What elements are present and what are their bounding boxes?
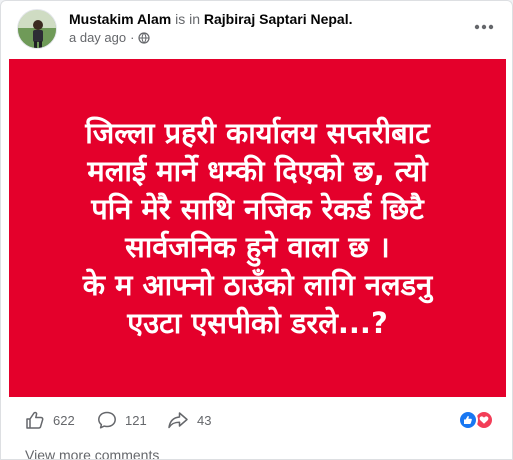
- view-more-comments-link[interactable]: View more comments: [25, 447, 159, 459]
- author-name[interactable]: Mustakim Alam: [69, 11, 171, 27]
- avatar[interactable]: [17, 9, 57, 49]
- comment-count: 121: [125, 412, 147, 428]
- post-text: जिल्ला प्रहरी कार्यालय सप्तरीबाट मलाई मा…: [65, 114, 451, 342]
- post-text-line: जिल्ला प्रहरी कार्यालय सप्तरीबाट: [85, 116, 430, 150]
- post-meta: a day ago ·: [69, 30, 151, 46]
- share-count: 43: [197, 412, 212, 428]
- author-line: Mustakim Alam is in Rajbiraj Saptari Nep…: [69, 10, 352, 28]
- post-text-line: पनि मेरै साथि नजिक रेकर्ड छिटै: [91, 192, 424, 226]
- comment-bubble-icon: [98, 411, 116, 429]
- more-options-button[interactable]: [470, 13, 498, 41]
- like-button[interactable]: 622: [25, 405, 75, 435]
- post-header: Mustakim Alam is in Rajbiraj Saptari Nep…: [1, 1, 512, 59]
- post-text-banner[interactable]: जिल्ला प्रहरी कार्यालय सप्तरीबाट मलाई मा…: [9, 59, 506, 397]
- like-count: 622: [53, 412, 75, 428]
- more-horizontal-icon: [474, 24, 494, 30]
- share-arrow-icon: [168, 412, 188, 429]
- location-period: .: [348, 11, 353, 27]
- post-card: Mustakim Alam is in Rajbiraj Saptari Nep…: [0, 0, 513, 460]
- thumbs-up-icon: [26, 411, 44, 429]
- avatar-photo: [18, 10, 56, 48]
- post-text-line: मलाई मार्ने धम्की दिएको छ, त्यो: [87, 154, 428, 188]
- globe-icon: [138, 32, 151, 44]
- post-time[interactable]: a day ago: [69, 30, 126, 46]
- post-text-line: के म आफ्नो ठाउँको लागि नलडनु: [82, 268, 433, 302]
- comment-button[interactable]: 121: [97, 405, 147, 435]
- post-text-line: एउटा एसपीको डरले...?: [127, 306, 388, 340]
- post-text-line: सार्वजनिक हुने वाला छ ।: [125, 230, 390, 264]
- like-reaction-icon: [458, 410, 478, 430]
- reaction-summary[interactable]: [458, 410, 494, 430]
- meta-separator: ·: [130, 30, 135, 45]
- action-bar: 622 121 43: [1, 405, 512, 435]
- share-button[interactable]: 43: [167, 405, 211, 435]
- location-name[interactable]: Rajbiraj Saptari Nepal: [204, 11, 349, 27]
- is-in-text: is in: [175, 11, 200, 27]
